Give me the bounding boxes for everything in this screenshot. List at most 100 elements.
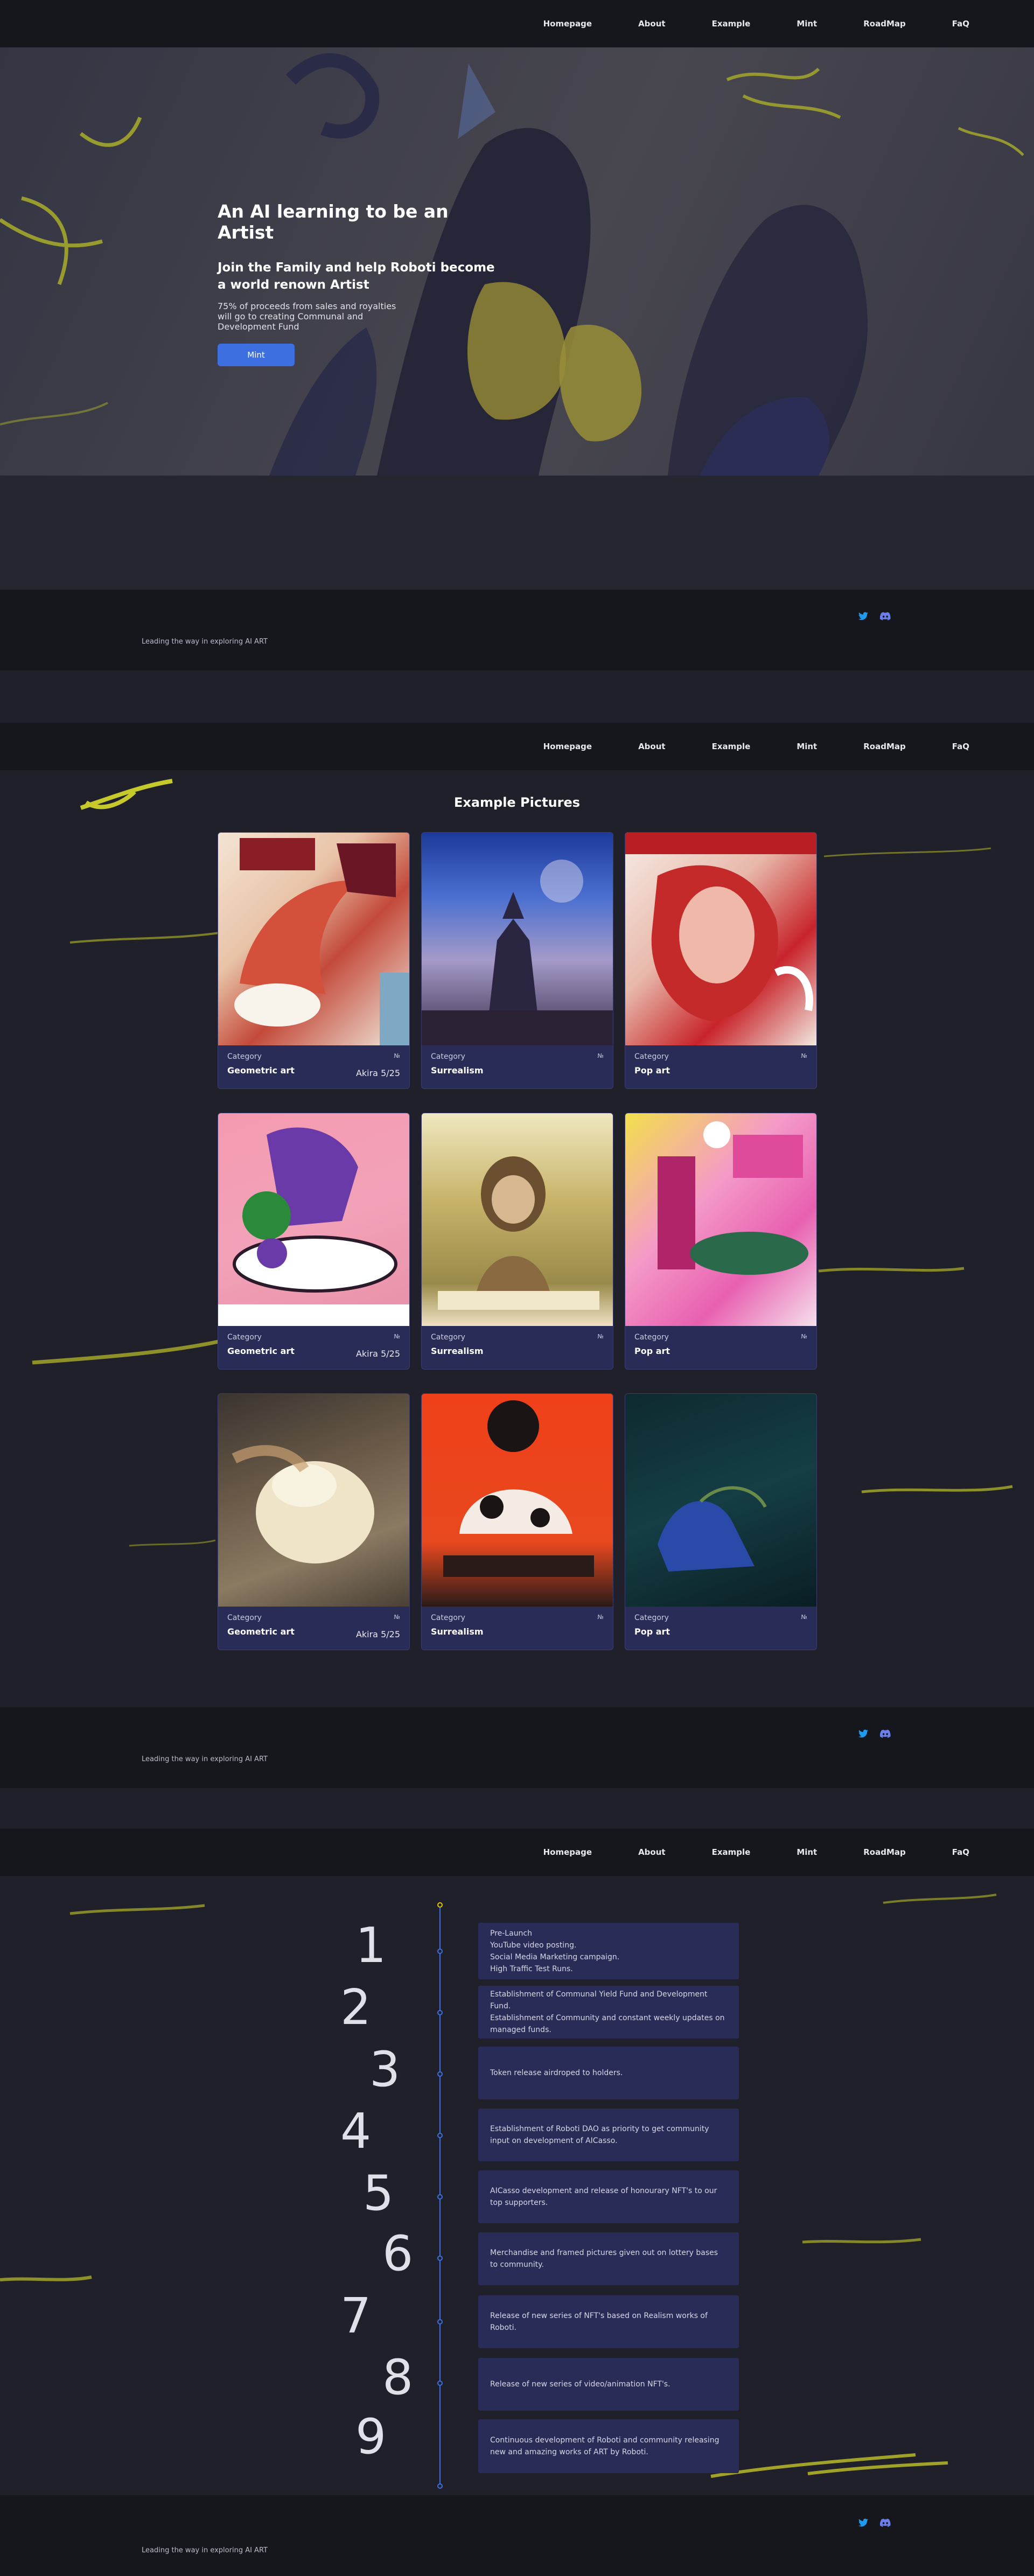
category-label: Category bbox=[634, 1614, 669, 1622]
roadmap-step-number: 2 bbox=[340, 1979, 372, 2036]
roadmap-step-number: 7 bbox=[340, 2288, 372, 2344]
roadmap-step-card: AICasso development and release of honou… bbox=[478, 2170, 739, 2223]
edition-value: Akira 5/25 bbox=[355, 1349, 400, 1359]
roadmap-step-text: Establishment of Community and constant … bbox=[490, 2014, 725, 2034]
nav-mint-link[interactable]: Mint bbox=[797, 19, 817, 29]
nav-example-link[interactable]: Example bbox=[712, 1847, 751, 1857]
number-label: № bbox=[801, 1614, 807, 1621]
roadmap-step-text: Pre-Launch bbox=[490, 1929, 533, 1938]
category-label: Category bbox=[227, 1614, 262, 1622]
examples-nav: Homepage About Example Mint RoadMap FaQ bbox=[0, 723, 1034, 770]
card-meta: Category Geometric art № Akira 5/25 bbox=[227, 1614, 400, 1639]
roadmap-step-text: Establishment of Roboti DAO as priority … bbox=[490, 2125, 709, 2145]
footer-tagline: Leading the way in exploring AI ART bbox=[142, 1755, 268, 1763]
card-meta: Category Surrealism № bbox=[431, 1052, 604, 1076]
roadmap-step-text: Token release airdroped to holders. bbox=[490, 2069, 623, 2077]
nav-example-link[interactable]: Example bbox=[712, 742, 751, 751]
number-label: № bbox=[394, 1333, 400, 1340]
discord-icon[interactable] bbox=[880, 2518, 891, 2527]
nav-about-link[interactable]: About bbox=[638, 742, 666, 751]
nav-about-link[interactable]: About bbox=[638, 1847, 666, 1857]
nav-roadmap-link[interactable]: RoadMap bbox=[863, 19, 906, 29]
art-image bbox=[218, 1113, 409, 1326]
hero-spacer bbox=[0, 476, 1034, 590]
number-label: № bbox=[597, 1052, 604, 1059]
nav-homepage-link[interactable]: Homepage bbox=[543, 1847, 592, 1857]
roadmap-step-text: Continuous development of Roboti and com… bbox=[490, 2436, 719, 2456]
art-image bbox=[625, 833, 816, 1045]
category-value: Surrealism bbox=[431, 1626, 484, 1637]
number-label: № bbox=[801, 1333, 807, 1340]
roadmap-step-card: Release of new series of video/animation… bbox=[478, 2358, 739, 2411]
footer: Leading the way in exploring AI ART bbox=[0, 590, 1034, 671]
nav-example-link[interactable]: Example bbox=[712, 19, 751, 29]
art-image bbox=[625, 1113, 816, 1326]
roadmap-step-card: Release of new series of NFT's based on … bbox=[478, 2295, 739, 2348]
twitter-icon[interactable] bbox=[858, 2518, 868, 2527]
nav-roadmap-link[interactable]: RoadMap bbox=[863, 1847, 906, 1857]
card-meta: Category Surrealism № bbox=[431, 1614, 604, 1637]
category-label: Category bbox=[227, 1052, 262, 1061]
roadmap-step-text: Release of new series of NFT's based on … bbox=[490, 2312, 708, 2332]
number-label: № bbox=[394, 1614, 400, 1621]
edition-value: Akira 5/25 bbox=[355, 1068, 400, 1078]
art-card[interactable]: Category Pop art № bbox=[625, 1393, 817, 1650]
category-value: Pop art bbox=[634, 1346, 670, 1356]
footer-tagline: Leading the way in exploring AI ART bbox=[142, 2546, 268, 2554]
mint-button[interactable]: Mint bbox=[218, 344, 295, 366]
art-card[interactable]: Category Geometric art № Akira 5/25 bbox=[218, 1393, 410, 1650]
twitter-icon[interactable] bbox=[858, 1729, 868, 1738]
card-meta: Category Geometric art № Akira 5/25 bbox=[227, 1333, 400, 1359]
timeline-dot bbox=[437, 2071, 443, 2077]
category-value: Pop art bbox=[634, 1065, 670, 1076]
number-label: № bbox=[597, 1614, 604, 1621]
roadmap-step-text: Establishment of Communal Yield Fund and… bbox=[490, 1990, 708, 2010]
nav-faq-link[interactable]: FaQ bbox=[952, 19, 969, 29]
roadmap-step-text: Release of new series of video/animation… bbox=[490, 2380, 670, 2389]
category-value: Pop art bbox=[634, 1626, 670, 1637]
nav-about-link[interactable]: About bbox=[638, 19, 666, 29]
roadmap-step-text: YouTube video posting. bbox=[490, 1940, 577, 1950]
roadmap-step-card: Continuous development of Roboti and com… bbox=[478, 2419, 739, 2473]
nav-mint-link[interactable]: Mint bbox=[797, 1847, 817, 1857]
nav-mint-link[interactable]: Mint bbox=[797, 742, 817, 751]
timeline-dot bbox=[437, 1949, 443, 1954]
art-image bbox=[218, 833, 409, 1045]
art-card[interactable]: Category Surrealism № bbox=[421, 1393, 613, 1650]
top-nav: Homepage About Example Mint RoadMap FaQ bbox=[0, 0, 1034, 47]
art-card[interactable]: Category Pop art № bbox=[625, 832, 817, 1089]
timeline-dot bbox=[437, 2194, 443, 2200]
roadmap-step-text: AICasso development and release of honou… bbox=[490, 2187, 717, 2207]
roadmap-step-text: High Traffic Test Runs. bbox=[490, 1964, 573, 1973]
footer: Leading the way in exploring AI ART bbox=[0, 2495, 1034, 2576]
art-image bbox=[422, 1394, 613, 1607]
category-value: Surrealism bbox=[431, 1346, 484, 1356]
art-card[interactable]: Category Pop art № bbox=[625, 1113, 817, 1370]
timeline-dot bbox=[437, 2380, 443, 2386]
edition-value: Akira 5/25 bbox=[355, 1629, 400, 1639]
hero-description: 75% of proceeds from sales and royalties… bbox=[218, 301, 396, 332]
art-card[interactable]: Category Surrealism № bbox=[421, 832, 613, 1089]
art-card[interactable]: Category Surrealism № bbox=[421, 1113, 613, 1370]
art-card[interactable]: Category Geometric art № Akira 5/25 bbox=[218, 832, 410, 1089]
card-meta: Category Geometric art № Akira 5/25 bbox=[227, 1052, 400, 1078]
art-card[interactable]: Category Geometric art № Akira 5/25 bbox=[218, 1113, 410, 1370]
twitter-icon[interactable] bbox=[858, 612, 868, 620]
card-meta: Category Surrealism № bbox=[431, 1333, 604, 1356]
nav-faq-link[interactable]: FaQ bbox=[952, 742, 969, 751]
roadmap-nav: Homepage About Example Mint RoadMap FaQ bbox=[0, 1828, 1034, 1876]
nav-homepage-link[interactable]: Homepage bbox=[543, 742, 592, 751]
category-label: Category bbox=[634, 1052, 669, 1061]
roadmap-step-card: Pre-Launch YouTube video posting. Social M… bbox=[478, 1923, 739, 1979]
social-links bbox=[858, 1729, 891, 1738]
nav-faq-link[interactable]: FaQ bbox=[952, 1847, 969, 1857]
nav-homepage-link[interactable]: Homepage bbox=[543, 19, 592, 29]
nav-roadmap-link[interactable]: RoadMap bbox=[863, 742, 906, 751]
roadmap-step-card: Merchandise and framed pictures given ou… bbox=[478, 2232, 739, 2285]
card-meta: Category Pop art № bbox=[634, 1614, 807, 1637]
example-gallery: Category Geometric art № Akira 5/25 Cate… bbox=[218, 832, 817, 1650]
roadmap-step-number: 3 bbox=[369, 2041, 401, 2098]
discord-icon[interactable] bbox=[880, 1729, 891, 1738]
timeline-dot bbox=[437, 2483, 443, 2489]
discord-icon[interactable] bbox=[880, 612, 891, 620]
